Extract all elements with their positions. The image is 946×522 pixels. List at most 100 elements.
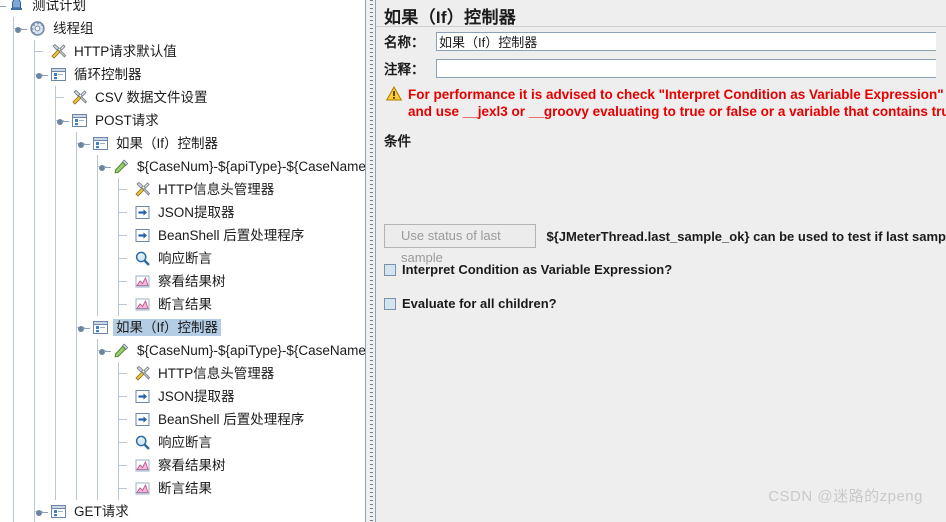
tree-expander-handle[interactable] [99, 345, 111, 356]
tree-node[interactable]: CSV 数据文件设置 [0, 86, 365, 109]
test-plan-tree[interactable]: 测试计划 线程组 HTTP请求默认值 循环控制器 CSV 数据文件设置 POST请求 如果（… [0, 0, 365, 522]
last-sample-hint: ${JMeterThread.last_sample_ok} can be us… [546, 228, 946, 244]
tree-node[interactable]: 如果（If）控制器 [0, 132, 365, 155]
tree-node-label: ${CaseNum}-${apiType}-${CaseName} [137, 159, 365, 174]
tree-node[interactable]: 测试计划 [0, 0, 365, 17]
tree-node[interactable]: JSON提取器 [0, 385, 365, 408]
controller-icon [50, 503, 67, 520]
tree-node[interactable]: 循环控制器 [0, 63, 365, 86]
tree-guide-line [55, 431, 56, 454]
tree-guide-line [76, 270, 77, 293]
post-processor-arrow-icon [134, 411, 151, 428]
tree-node[interactable]: BeanShell 后置处理程序 [0, 408, 365, 431]
tree-guide-line [34, 454, 35, 477]
tree-node[interactable]: 断言结果 [0, 477, 365, 500]
tree-elbow [34, 51, 43, 52]
tree-node[interactable]: BeanShell 后置处理程序 [0, 224, 365, 247]
tree-node[interactable]: JSON提取器 [0, 201, 365, 224]
tree-expander-handle[interactable] [36, 69, 48, 80]
tree-expander-handle[interactable] [57, 115, 69, 126]
tree-guide-line [76, 224, 77, 247]
tree-node-label: JSON提取器 [158, 389, 235, 404]
tree-node[interactable]: 响应断言 [0, 431, 365, 454]
test-plan-tree-pane[interactable]: 测试计划 线程组 HTTP请求默认值 循环控制器 CSV 数据文件设置 POST请求 如果（… [0, 0, 365, 522]
tree-node-label: BeanShell 后置处理程序 [158, 412, 305, 427]
condition-label: 条件 [384, 134, 411, 149]
tree-node-label: 断言结果 [158, 297, 212, 312]
tree-guide-line [13, 385, 14, 408]
tree-node-label: 响应断言 [158, 251, 212, 266]
tree-node[interactable]: HTTP请求默认值 [0, 40, 365, 63]
tree-node-label: JSON提取器 [158, 205, 235, 220]
tree-expander-handle[interactable] [15, 23, 27, 34]
tree-guide-line [13, 316, 14, 339]
tree-node-label: HTTP请求默认值 [74, 44, 177, 59]
tree-expander-handle[interactable] [78, 322, 90, 333]
tree-expander-handle[interactable] [0, 0, 6, 11]
tree-guide-line [34, 339, 35, 362]
tree-node[interactable]: HTTP信息头管理器 [0, 362, 365, 385]
name-field-row: 名称： 如果（If）控制器 [384, 31, 936, 51]
assertion-magnifier-icon [134, 250, 151, 267]
comment-input[interactable] [436, 58, 936, 78]
comment-field-row: 注释： [384, 58, 936, 78]
tree-guide-line [76, 385, 77, 408]
tree-expander-handle[interactable] [78, 138, 90, 149]
evaluate-all-children-checkbox[interactable] [384, 297, 396, 310]
tree-guide-line [13, 40, 14, 63]
warning-text: For performance it is advised to check "… [408, 86, 946, 120]
tree-expander-handle[interactable] [36, 506, 48, 517]
tree-node[interactable]: ${CaseNum}-${apiType}-${CaseName} [0, 339, 365, 362]
tree-guide-line [34, 247, 35, 270]
tree-guide-line [55, 477, 56, 500]
evaluate-all-children-checkbox-row[interactable]: Evaluate for all children? [384, 296, 557, 311]
tree-node[interactable]: HTTP信息头管理器 [0, 178, 365, 201]
tree-guide-line [97, 454, 98, 477]
tree-node-label: HTTP信息头管理器 [158, 366, 275, 381]
tree-node[interactable]: ${CaseNum}-${apiType}-${CaseName} [0, 155, 365, 178]
tree-guide-line [34, 477, 35, 500]
tree-guide-line [97, 385, 98, 408]
tree-guide-line [13, 362, 14, 385]
tree-guide-line [34, 178, 35, 201]
tree-guide-line [76, 408, 77, 431]
tree-elbow [118, 465, 127, 466]
tree-node[interactable]: 断言结果 [0, 293, 365, 316]
tree-node[interactable]: 察看结果树 [0, 270, 365, 293]
tree-guide-line [34, 86, 35, 109]
tree-guide-line [76, 155, 77, 178]
tree-guide-line [97, 408, 98, 431]
tree-node[interactable]: 线程组 [0, 17, 365, 40]
interpret-condition-checkbox[interactable] [384, 263, 396, 276]
tree-guide-line [55, 408, 56, 431]
tree-node[interactable]: GET请求 [0, 500, 365, 522]
split-pane-divider[interactable] [365, 0, 376, 522]
comment-label: 注释： [384, 62, 425, 77]
use-status-of-last-sample-button[interactable]: Use status of last sample [384, 224, 537, 265]
tree-guide-line [97, 293, 98, 316]
thread-group-icon [29, 20, 46, 37]
tree-guide-line [55, 316, 56, 339]
name-input[interactable]: 如果（If）控制器 [436, 31, 936, 51]
tree-node[interactable]: POST请求 [0, 109, 365, 132]
tree-elbow [118, 419, 127, 420]
tree-node[interactable]: 如果（If）控制器 [0, 316, 365, 339]
tree-node[interactable]: 察看结果树 [0, 454, 365, 477]
tree-node-label: 循环控制器 [74, 67, 142, 82]
tree-guide-line [34, 408, 35, 431]
controller-icon [92, 319, 109, 336]
tree-node-label: 如果（If）控制器 [116, 136, 219, 151]
tree-expander-handle[interactable] [99, 161, 111, 172]
interpret-condition-checkbox-row[interactable]: Interpret Condition as Variable Expressi… [384, 262, 672, 277]
tree-guide-line [55, 155, 56, 178]
tree-elbow [118, 258, 127, 259]
tree-node[interactable]: 响应断言 [0, 247, 365, 270]
tree-guide-line [34, 316, 35, 339]
interpret-condition-label: Interpret Condition as Variable Expressi… [402, 262, 673, 277]
tree-guide-line [13, 132, 14, 155]
tree-guide-line [13, 477, 14, 500]
tree-guide-line [97, 178, 98, 201]
